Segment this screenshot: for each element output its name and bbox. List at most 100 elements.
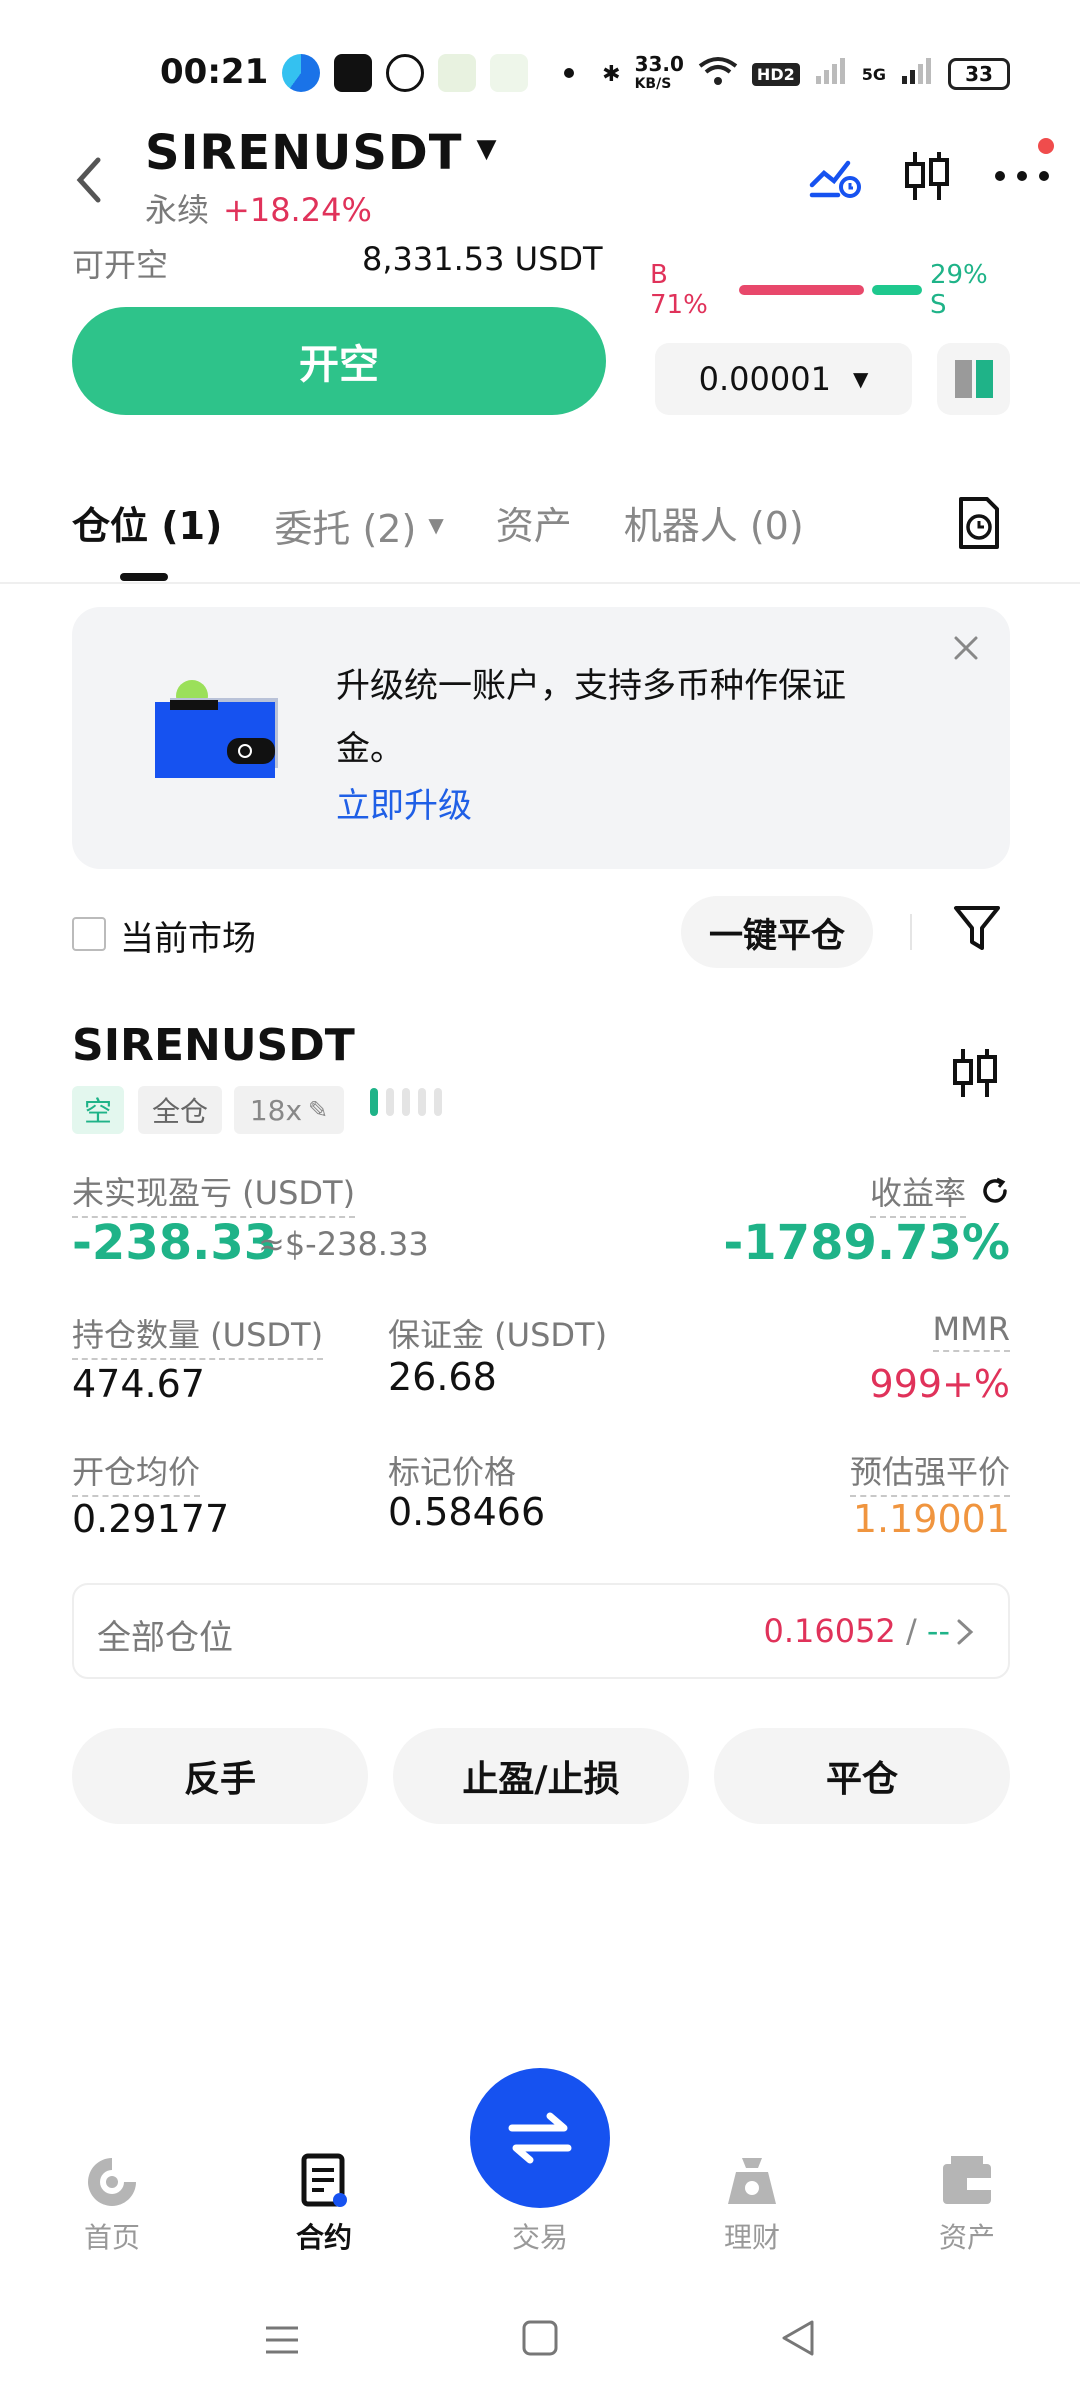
orderbook-layout-button[interactable] [937, 343, 1010, 415]
change-percent: +18.24% [223, 191, 372, 229]
contract-type: 永续 [145, 191, 210, 229]
tab-assets[interactable]: 资产 [496, 495, 572, 555]
leverage-value: 18x [249, 1093, 303, 1127]
close-position-button[interactable]: 平仓 [714, 1728, 1010, 1824]
battery-icon: 33 [948, 58, 1010, 90]
history-icon[interactable] [955, 495, 1003, 551]
app-icon [438, 54, 476, 92]
nav-assets[interactable]: 资产 [897, 2150, 1037, 2256]
roe-label-group: 收益率 [869, 1168, 1010, 1218]
mmr-label: MMR [932, 1310, 1010, 1352]
all-positions-value-green: -- [926, 1612, 950, 1650]
app-notification-icon [282, 54, 320, 92]
current-market-label: 当前市场 [120, 919, 256, 959]
kline-chart-icon[interactable] [902, 148, 952, 208]
kline-chart-icon[interactable] [950, 1045, 1010, 1105]
nav-assets-label: 资产 [938, 2221, 995, 2254]
more-menu-icon[interactable] [992, 138, 1054, 190]
tab-bots[interactable]: 机器人 (0) [624, 495, 804, 555]
buy-ratio: B 71% [650, 260, 708, 320]
all-positions-value: 0.16052 / -- [763, 1612, 950, 1650]
tab-orders[interactable]: 委托 (2) ▼ [274, 495, 443, 555]
layout-icon [954, 360, 993, 398]
back-triangle-icon[interactable] [778, 2318, 818, 2358]
caret-down-icon: ▼ [852, 367, 869, 391]
symbol-selector[interactable]: SIRENUSDT ▼ [145, 125, 497, 181]
bluetooth-icon: ✱ [602, 61, 621, 87]
dot-icon [564, 68, 574, 78]
roe-value: -1789.73% [723, 1215, 1010, 1271]
margin-mode-tag: 全仓 [138, 1086, 222, 1134]
buy-ratio-bar [739, 285, 864, 295]
signal-icon-1 [814, 56, 848, 92]
available-value: 8,331.53 USDT [362, 240, 603, 278]
finance-icon [722, 2150, 782, 2210]
sell-ratio: 29% S [929, 260, 988, 320]
symbol-subtitle: 永续 +18.24% [145, 185, 372, 231]
filter-icon[interactable] [952, 902, 1002, 954]
swap-icon [508, 2112, 572, 2164]
mark-price-value: 0.58466 [388, 1490, 546, 1534]
home-square-icon[interactable] [520, 2318, 560, 2358]
wallet-icon [937, 2150, 997, 2210]
net-speed: 33.0 KB/S [634, 52, 684, 92]
reverse-button[interactable]: 反手 [72, 1728, 368, 1824]
tpsl-button[interactable]: 止盈/止损 [393, 1728, 689, 1824]
back-button[interactable] [70, 150, 110, 210]
tiktok-icon [334, 54, 372, 92]
wechat-icon [386, 54, 424, 92]
all-positions-slash: / [895, 1612, 927, 1650]
precision-dropdown[interactable]: 0.00001 ▼ [655, 343, 912, 415]
nav-home-label: 首页 [83, 2221, 140, 2254]
leverage-button[interactable]: 18x ✎ [234, 1086, 344, 1134]
all-positions-value-red: 0.16052 [763, 1612, 896, 1650]
divider [910, 914, 912, 950]
edit-icon: ✎ [308, 1096, 329, 1124]
system-nav-bar [0, 2310, 1080, 2370]
upgrade-link[interactable]: 立即升级 [336, 778, 472, 827]
position-tabs: 仓位 (1) 委托 (2) ▼ 资产 机器人 (0) [72, 495, 804, 555]
open-short-button[interactable]: 开空 [72, 307, 606, 415]
active-tab-indicator [120, 573, 168, 581]
header-actions [808, 138, 1054, 208]
status-right: ✱ 33.0 KB/S HD2 5G 33 [602, 54, 1010, 94]
status-time: 00:21 [160, 52, 269, 92]
nav-contract-label: 合约 [295, 2221, 352, 2254]
precision-value: 0.00001 [698, 360, 831, 398]
long-short-ratio: B 71% 29% S [650, 260, 1010, 320]
current-market-checkbox[interactable] [72, 917, 106, 951]
nav-trade-label: 交易 [511, 2221, 568, 2254]
contract-icon [294, 2150, 354, 2210]
home-icon [82, 2150, 142, 2210]
status-bar: 00:21 ✱ 33.0 KB/S HD2 5G 33 [0, 40, 1080, 110]
tab-positions[interactable]: 仓位 (1) [72, 495, 222, 555]
close-all-button[interactable]: 一键平仓 [681, 896, 873, 968]
signal-icon-2 [900, 56, 934, 92]
nav-finance[interactable]: 理财 [682, 2150, 822, 2256]
liq-price-value: 1.19001 [852, 1497, 1010, 1541]
unrealized-pnl-usd: ≈$-238.33 [258, 1225, 429, 1263]
sell-ratio-bar [871, 285, 922, 295]
position-symbol: SIRENUSDT [72, 1020, 355, 1071]
nav-finance-label: 理财 [723, 2221, 780, 2254]
wallet-illustration [155, 680, 285, 790]
mark-price-label: 标记价格 [388, 1453, 517, 1491]
margin-label: 保证金 (USDT) [388, 1316, 608, 1354]
position-size-value: 474.67 [72, 1362, 205, 1406]
net-type: 5G [861, 64, 886, 84]
oppo-icon [490, 54, 528, 92]
nav-trade-button[interactable] [470, 2068, 610, 2208]
adl-indicator [370, 1088, 442, 1116]
notification-dot [1038, 138, 1054, 154]
nav-home[interactable]: 首页 [42, 2150, 182, 2256]
chevron-right-icon [955, 1617, 975, 1647]
price-alert-icon[interactable] [808, 151, 862, 205]
menu-icon[interactable] [262, 2320, 302, 2360]
close-icon[interactable] [948, 630, 984, 666]
refresh-icon[interactable] [980, 1176, 1010, 1210]
unrealized-pnl-value: -238.33 [72, 1215, 278, 1271]
side-tag: 空 [72, 1086, 124, 1134]
nav-contract[interactable]: 合约 [254, 2150, 394, 2256]
caret-down-icon: ▼ [428, 513, 444, 537]
hd-badge: HD2 [751, 62, 800, 86]
